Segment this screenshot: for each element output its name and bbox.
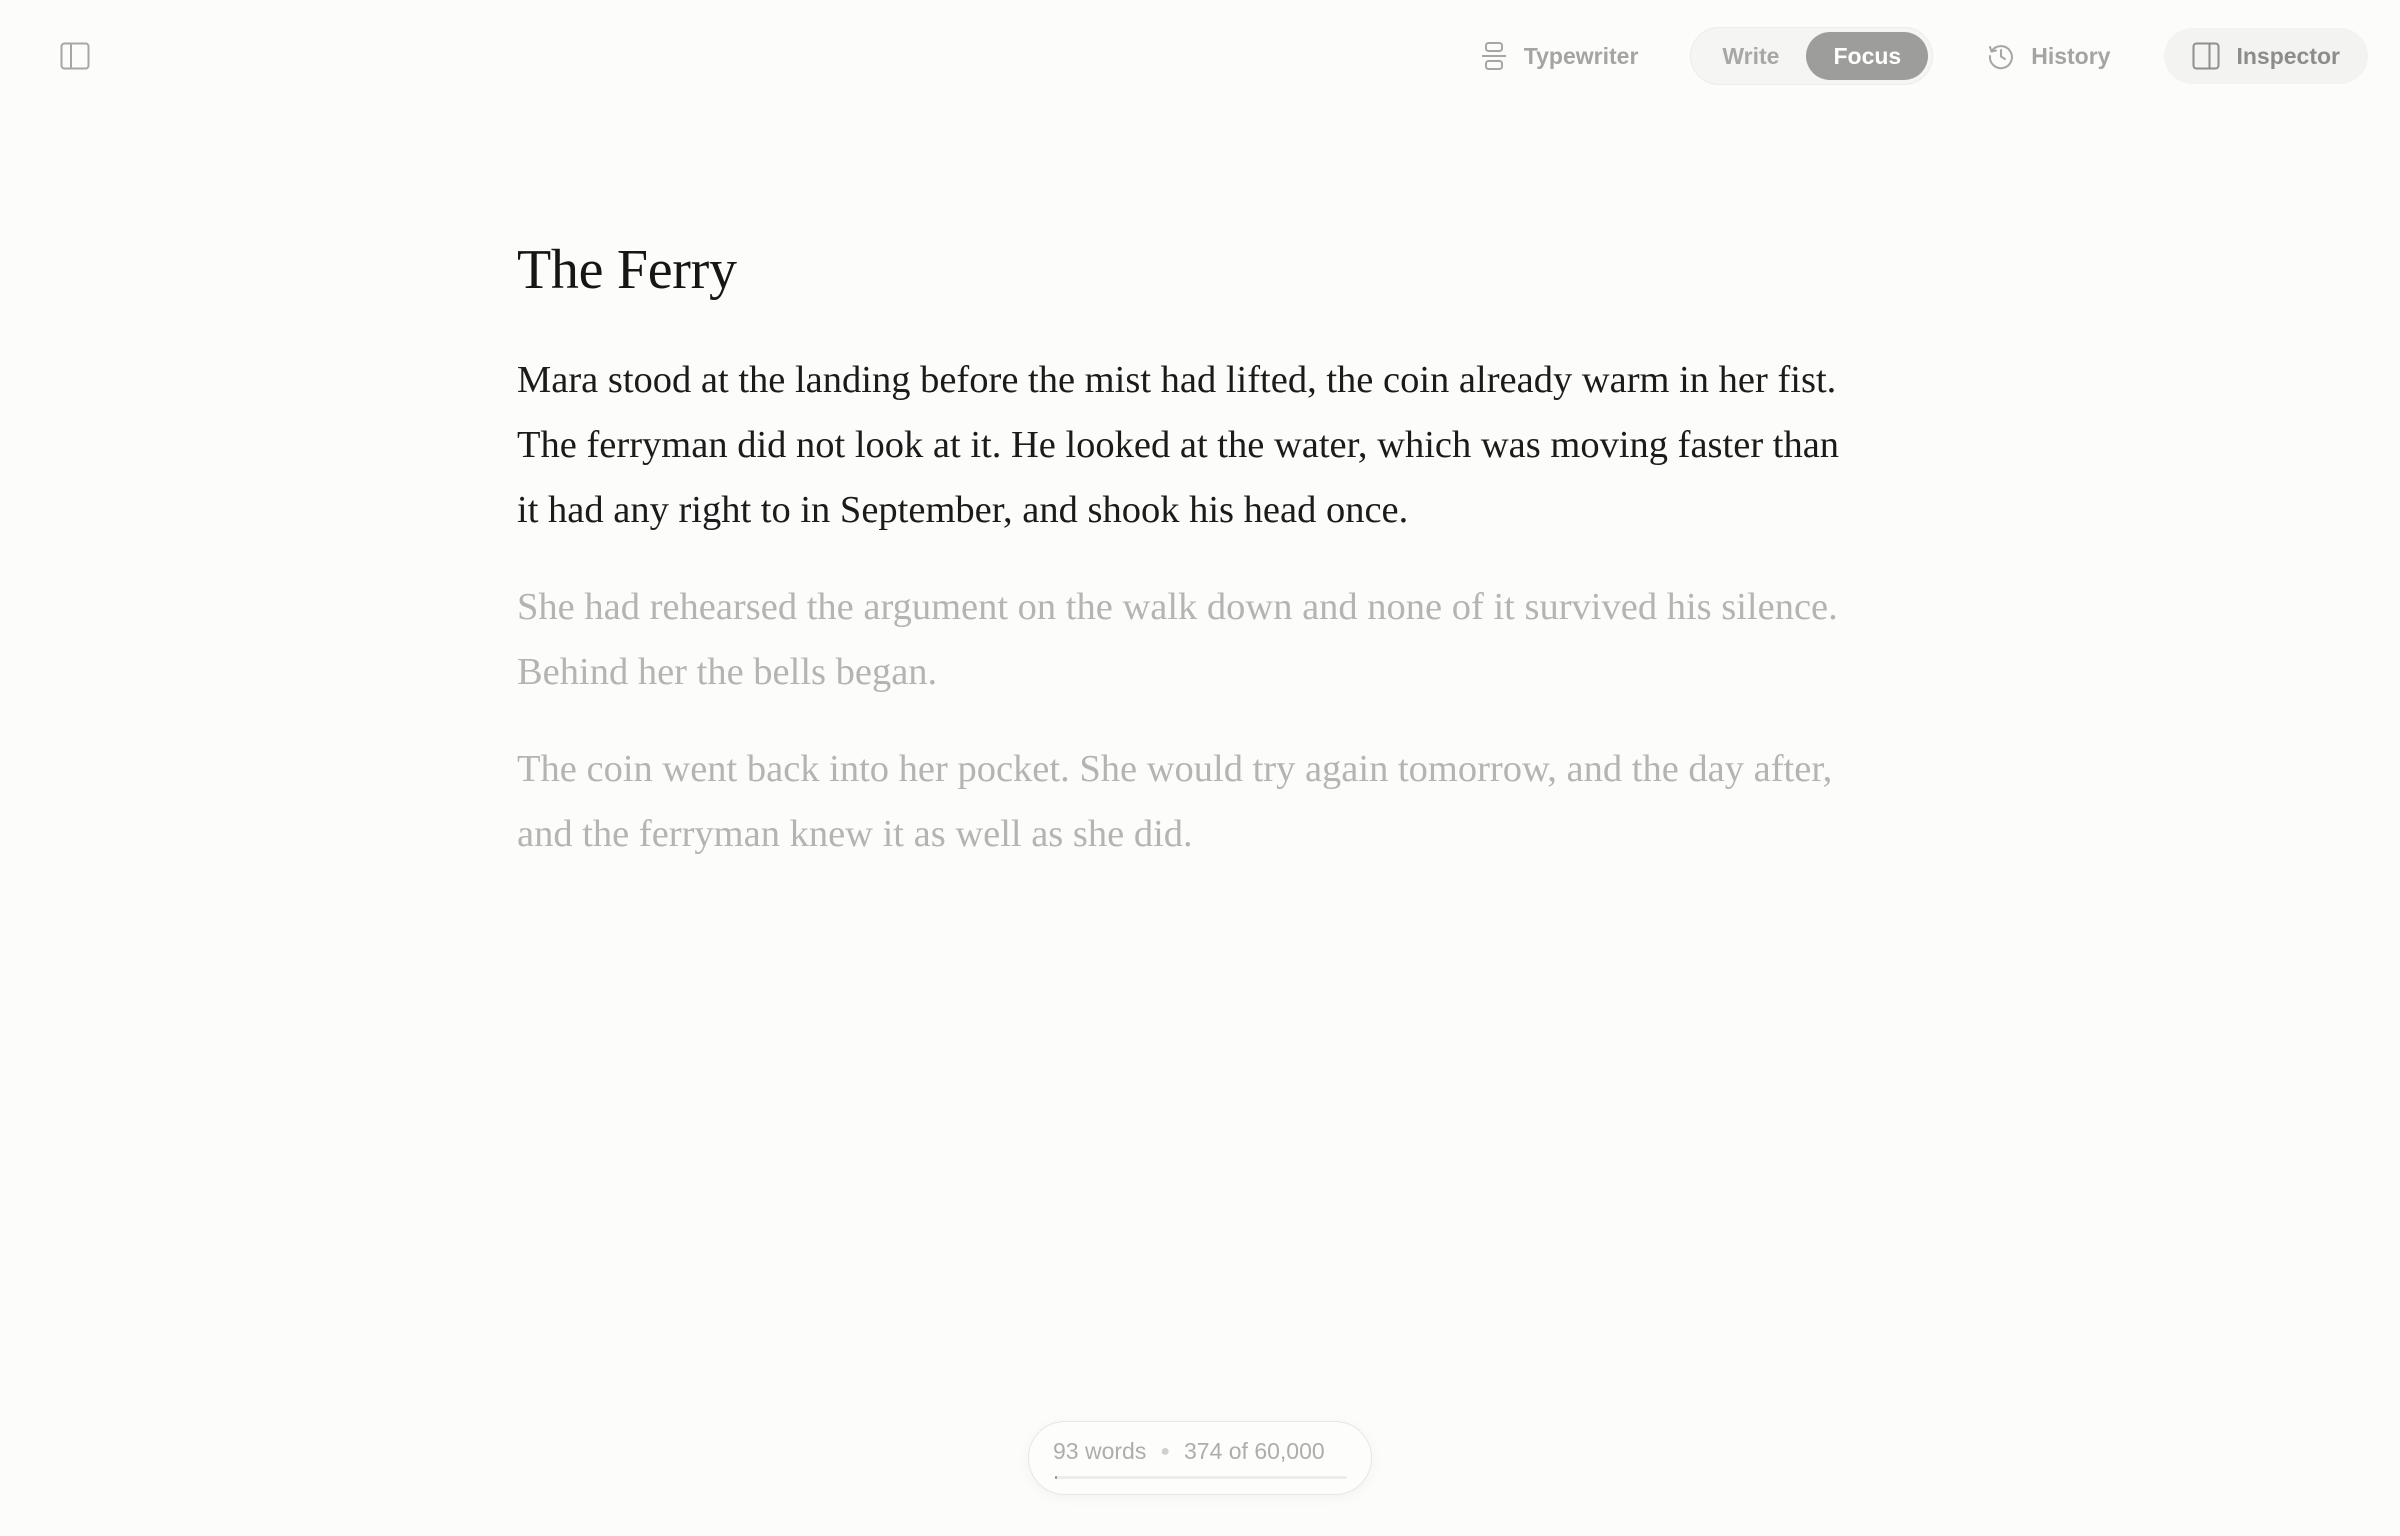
mode-focus-button[interactable]: Focus	[1806, 32, 1929, 80]
inspector-label: Inspector	[2236, 42, 2340, 69]
paragraph-dimmed[interactable]: The coin went back into her pocket. She …	[517, 737, 1862, 867]
toolbar: Typewriter Write Focus History Inspector	[1454, 25, 2368, 87]
word-count: 93 words	[1053, 1438, 1147, 1464]
separator-dot: ●	[1160, 1442, 1170, 1460]
word-goal-progress: 374 of 60,000	[1184, 1438, 1325, 1464]
typewriter-icon	[1478, 40, 1510, 72]
typewriter-button[interactable]: Typewriter	[1454, 28, 1663, 84]
inspector-icon	[2190, 40, 2222, 72]
document-title[interactable]: The Ferry	[517, 230, 1862, 310]
goal-progress-bar	[1055, 1476, 1347, 1479]
document-editor[interactable]: The Ferry Mara stood at the landing befo…	[517, 230, 1862, 867]
mode-write-button[interactable]: Write	[1695, 32, 1806, 80]
goal-progress-fill	[1055, 1476, 1057, 1479]
inspector-button[interactable]: Inspector	[2164, 28, 2368, 84]
word-count-indicator[interactable]: 93 words ● 374 of 60,000	[1028, 1421, 1372, 1495]
mode-toggle: Write Focus	[1690, 27, 1934, 85]
history-icon	[1985, 40, 2017, 72]
history-button[interactable]: History	[1961, 28, 2134, 84]
word-count-text: 93 words ● 374 of 60,000	[1053, 1438, 1325, 1465]
paragraph-focused[interactable]: Mara stood at the landing before the mis…	[517, 348, 1862, 543]
paragraph-dimmed[interactable]: She had rehearsed the argument on the wa…	[517, 575, 1862, 705]
history-label: History	[2031, 42, 2111, 69]
sidebar-toggle-button[interactable]	[56, 38, 94, 74]
typewriter-label: Typewriter	[1523, 42, 1639, 69]
sidebar-icon	[60, 42, 90, 70]
